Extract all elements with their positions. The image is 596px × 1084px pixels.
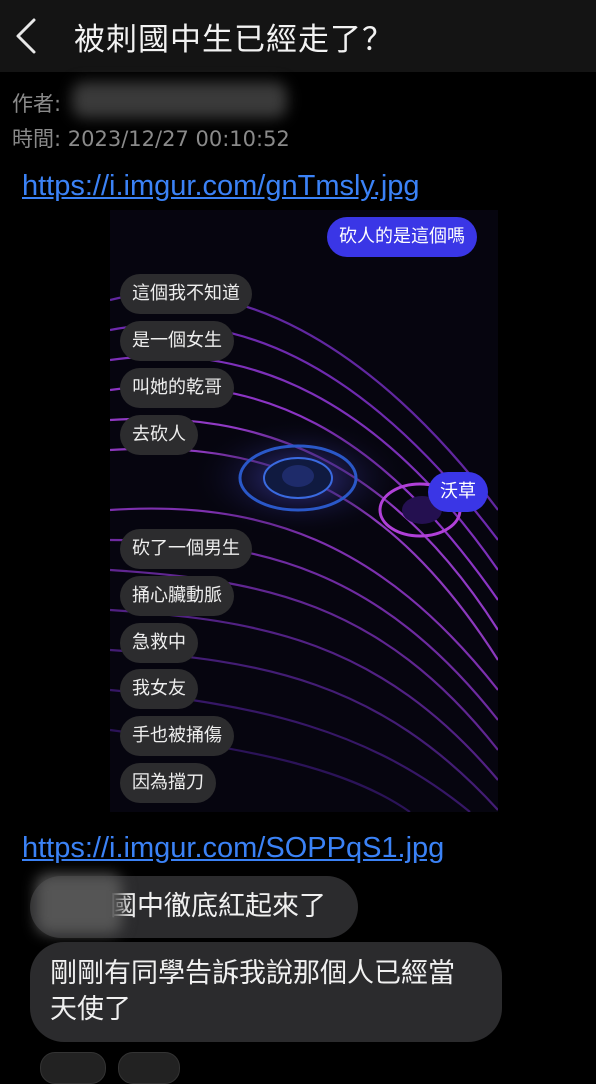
author-row: 作者:	[12, 88, 61, 118]
comment-text-line-1: 剛剛有同學告訴我說那個人已經當	[50, 958, 455, 989]
chat-bubble-incoming: 這個我不知道	[120, 274, 252, 314]
reaction-pill[interactable]	[118, 1052, 180, 1084]
image-link-2[interactable]: https://i.imgur.com/SOPPqS1.jpg	[22, 832, 444, 865]
chat-bubble-incoming: 手也被捅傷	[120, 716, 234, 756]
chat-bubble-incoming: 去砍人	[120, 415, 198, 455]
chat-bubble-incoming: 砍了一個男生	[120, 529, 252, 569]
chat-bubble-incoming: 我女友	[120, 669, 198, 709]
redacted-text	[36, 874, 122, 934]
top-bar: 被刺國中生已經走了？	[0, 0, 596, 72]
chat-bubble-incoming: 捅心臟動脈	[120, 576, 234, 616]
reaction-pill[interactable]	[40, 1052, 106, 1084]
comment-text-line-2: 天使了	[50, 994, 131, 1025]
chat-screenshot-image: 砍人的是這個嗎 這個我不知道 是一個女生 叫她的乾哥 去砍人 沃草 砍了一個男生…	[110, 210, 498, 812]
time-label: 時間:	[12, 127, 62, 151]
chevron-left-icon	[16, 18, 36, 54]
chat-bubble-outgoing: 沃草	[428, 472, 488, 512]
chat-bubble-incoming: 是一個女生	[120, 321, 234, 361]
chat-bubble-incoming: 急救中	[120, 623, 198, 663]
chat-bubble-incoming: 叫她的乾哥	[120, 368, 234, 408]
post-title: 被刺國中生已經走了？	[74, 22, 394, 58]
time-value: 2023/12/27 00:10:52	[67, 127, 290, 151]
comment-text: 國中徹底紅起來了	[110, 891, 326, 922]
author-label: 作者:	[12, 92, 62, 116]
chat-bubble-outgoing: 砍人的是這個嗎	[327, 217, 477, 257]
comment-bubble: 剛剛有同學告訴我說那個人已經當 天使了	[30, 942, 502, 1042]
image-link-1[interactable]: https://i.imgur.com/gnTmsly.jpg	[22, 170, 420, 203]
back-button[interactable]	[10, 16, 44, 56]
time-row: 時間: 2023/12/27 00:10:52	[12, 123, 290, 153]
redacted-author	[72, 82, 287, 118]
chat-bubble-incoming: 因為擋刀	[120, 763, 216, 803]
